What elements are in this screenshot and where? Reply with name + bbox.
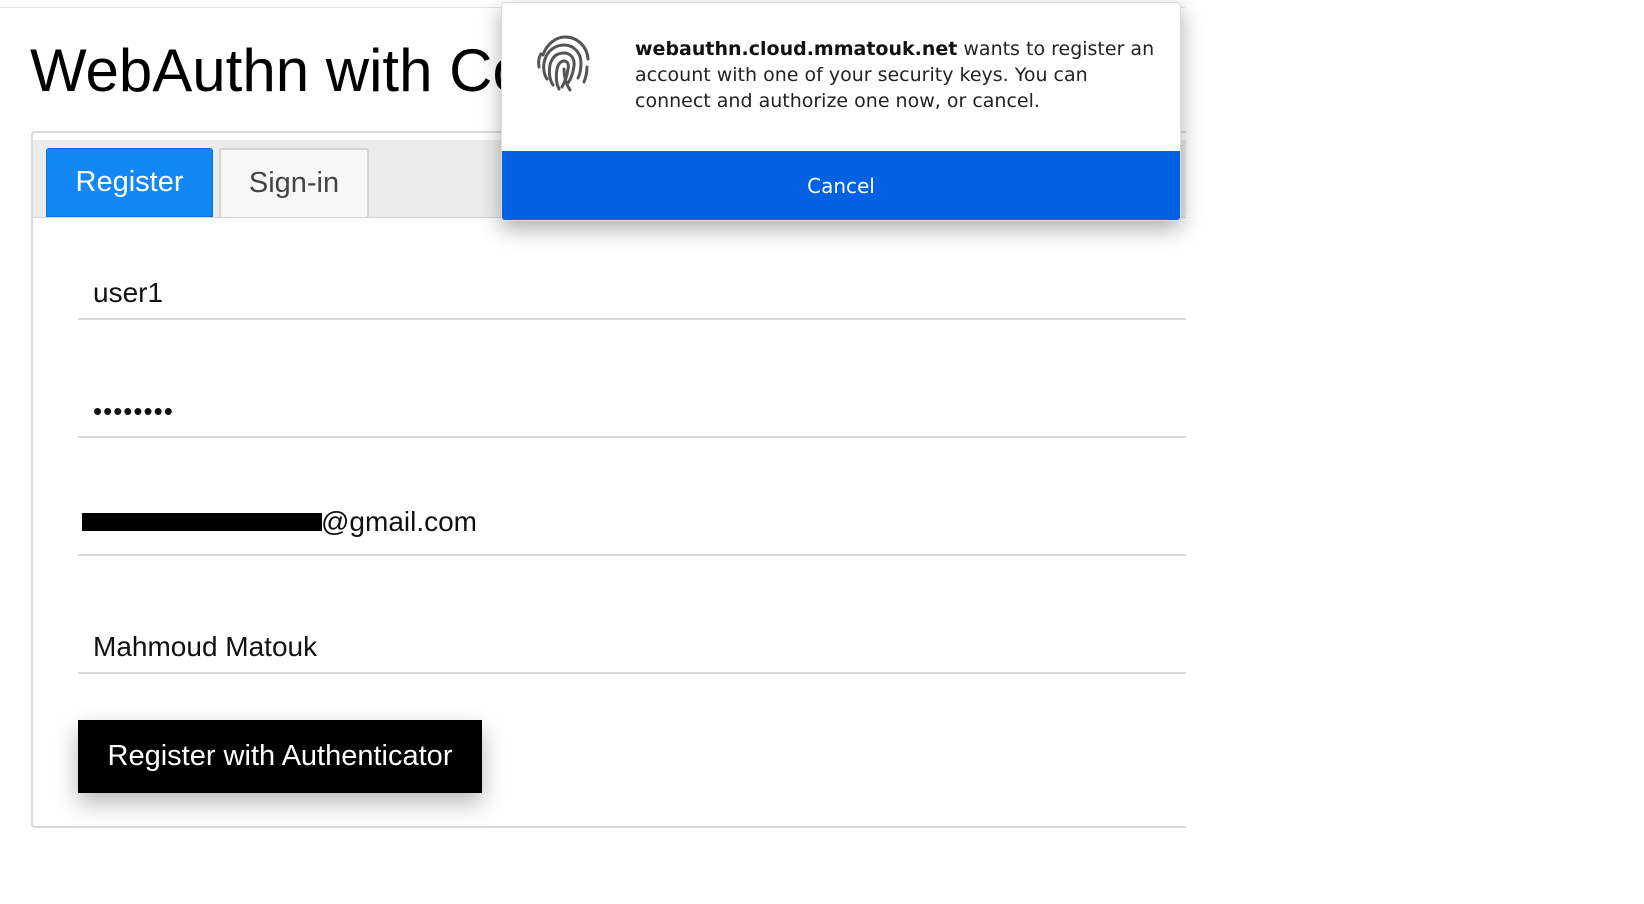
email-domain-text: @gmail.com [321,506,478,537]
tab-register[interactable]: Register [46,148,213,217]
display-name-field[interactable] [78,622,1186,674]
tab-sign-in[interactable]: Sign-in [219,148,369,217]
username-field[interactable] [78,268,1186,320]
security-key-dialog: webauthn.cloud.mmatouk.net wants to regi… [501,2,1181,221]
cancel-button[interactable]: Cancel [502,151,1180,220]
email-redaction [82,513,322,531]
register-with-authenticator-button[interactable]: Register with Authenticator [78,720,482,793]
password-field[interactable] [78,386,1186,438]
dialog-domain: webauthn.cloud.mmatouk.net [635,38,958,60]
fingerprint-icon [537,35,590,92]
dialog-message: webauthn.cloud.mmatouk.net wants to regi… [635,36,1155,114]
page-title: WebAuthn with Co [30,37,526,104]
